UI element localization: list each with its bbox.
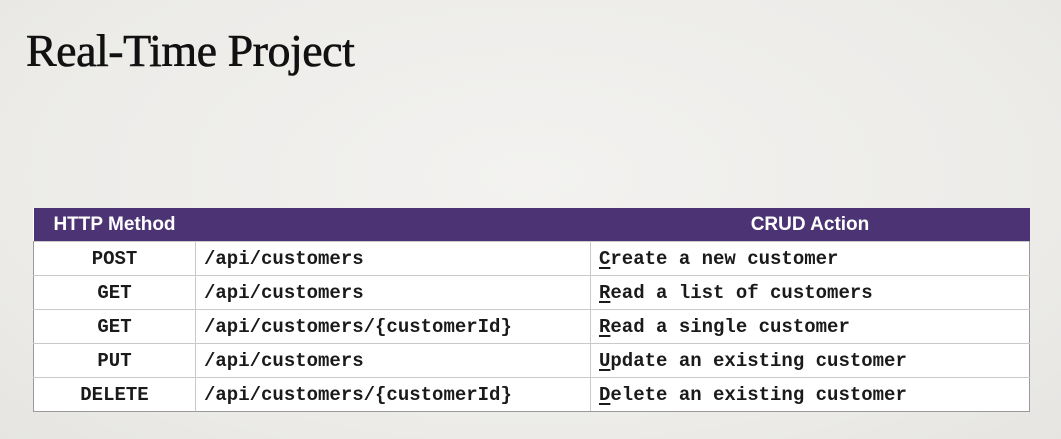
endpoint-cell: /api/customers/{customerId} bbox=[195, 377, 591, 412]
endpoint-cell: /api/customers bbox=[195, 275, 591, 310]
table-row: GET /api/customers/{customerId} Read a s… bbox=[33, 309, 1030, 344]
crud-action-cell: Delete an existing customer bbox=[590, 377, 1030, 412]
crud-action-text: ead a list of customers bbox=[610, 281, 873, 304]
crud-action-text: pdate an existing customer bbox=[610, 349, 907, 372]
endpoint-cell: /api/customers bbox=[195, 241, 591, 276]
crud-action-text: ead a single customer bbox=[610, 315, 850, 338]
method-cell: DELETE bbox=[33, 377, 196, 412]
crud-action-cell: Read a list of customers bbox=[590, 275, 1030, 310]
crud-action-initial: R bbox=[599, 315, 611, 338]
crud-action-initial: D bbox=[599, 383, 611, 406]
crud-action-text: reate a new customer bbox=[610, 247, 839, 270]
header-crud-action: CRUD Action bbox=[590, 208, 1030, 242]
endpoint-cell: /api/customers/{customerId} bbox=[195, 309, 591, 344]
slide-title: Real-Time Project bbox=[26, 25, 355, 76]
table-row: PUT /api/customers Update an existing cu… bbox=[33, 343, 1030, 378]
crud-action-initial: R bbox=[599, 281, 611, 304]
method-cell: PUT bbox=[33, 343, 196, 378]
header-http-method: HTTP Method bbox=[33, 208, 196, 242]
method-cell: GET bbox=[33, 275, 196, 310]
table-row: GET /api/customers Read a list of custom… bbox=[33, 275, 1030, 310]
crud-action-initial: C bbox=[599, 247, 611, 270]
crud-action-cell: Update an existing customer bbox=[590, 343, 1030, 378]
header-endpoint bbox=[195, 208, 591, 242]
table-row: POST /api/customers Create a new custome… bbox=[33, 241, 1030, 276]
endpoint-cell: /api/customers bbox=[195, 343, 591, 378]
method-cell: POST bbox=[33, 241, 196, 276]
table-header-row: HTTP Method CRUD Action bbox=[33, 208, 1030, 242]
api-endpoints-table: HTTP Method CRUD Action POST /api/custom… bbox=[33, 208, 1030, 412]
crud-action-cell: Create a new customer bbox=[590, 241, 1030, 276]
table-row: DELETE /api/customers/{customerId} Delet… bbox=[33, 377, 1030, 412]
crud-action-cell: Read a single customer bbox=[590, 309, 1030, 344]
crud-action-initial: U bbox=[599, 349, 611, 372]
crud-action-text: elete an existing customer bbox=[610, 383, 907, 406]
method-cell: GET bbox=[33, 309, 196, 344]
